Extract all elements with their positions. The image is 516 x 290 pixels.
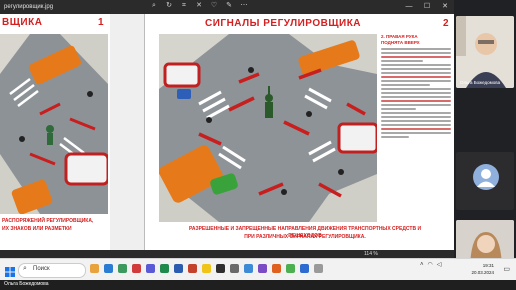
clock-date: 20.03.2024 [471,270,494,275]
left-intersection-illustration [0,34,108,214]
right-footer-line-2: ПРИ РАЗЛИЧНЫХ СИГНАЛАХ РЕГУЛИРОВЩИКА. [244,234,366,240]
favorite-icon[interactable]: ♡ [210,2,218,10]
viber-icon[interactable] [258,264,267,273]
left-footer-line-2: ИХ ЗНАКОВ ИЛИ РАЗМЕТКИ [2,226,72,232]
mail-icon[interactable] [132,264,141,273]
rotate-icon[interactable]: ↻ [165,2,173,10]
wifi-icon[interactable]: ◠ [428,261,433,268]
participant-video [456,16,514,88]
file-name: регулировщик.jpg [4,4,54,10]
participant-tile[interactable] [456,152,514,210]
poster-page-right: СИГНАЛЫ РЕГУЛИРОВЩИКА 2 2. ПРАВАЯ РУКА П… [144,14,454,250]
minimize-icon[interactable]: — [400,0,418,14]
left-footer-line-1: РАСПОРЯЖЕНИЙ РЕГУЛИРОВЩИКА, [2,218,94,224]
terminal-icon[interactable] [216,264,225,273]
system-tray: ˄ ◠ ◁ [420,261,442,269]
poster-page-left: ВЩИКА 1 РАСПОРЯЖЕНИЙ РЕГУЛИРОВЩИКА, ИХ З… [0,14,111,250]
edge-icon[interactable] [104,264,113,273]
taskbar-apps [90,264,323,273]
window-controls: — ☐ ✕ [400,0,454,14]
viewer-statusbar: 114 % [0,250,454,258]
left-page-title: ВЩИКА [2,17,43,28]
taskbar-clock[interactable]: 19:31 20.03.2024 [471,262,494,276]
notification-icon[interactable]: ▭ [503,265,510,273]
word-icon[interactable] [174,264,183,273]
photo-viewer-window: регулировщик.jpg ⌕ ↻ ⌗ ✕ ♡ ✎ ⋯ — ☐ ✕ ВЩИ… [0,0,454,258]
photos-icon[interactable] [230,264,239,273]
chevron-up-icon[interactable]: ˄ [420,262,424,268]
right-intersection-illustration [159,34,377,222]
clock-time: 19:31 [482,263,494,268]
powerpoint-icon[interactable] [188,264,197,273]
left-page-number: 1 [98,17,104,28]
taskbar-search-box[interactable]: ⌕ Поиск [18,263,86,278]
right-text-column: 2. ПРАВАЯ РУКА ПОДНЯТА ВВЕРХ [381,34,451,220]
app-icon[interactable] [286,264,295,273]
text-heading-2: ПОДНЯТА ВВЕРХ [381,40,420,45]
settings-icon[interactable] [314,264,323,273]
right-page-number: 2 [443,18,449,29]
delete-icon[interactable]: ✕ [195,2,203,10]
viewer-titlebar: регулировщик.jpg ⌕ ↻ ⌗ ✕ ♡ ✎ ⋯ — ☐ ✕ [0,0,454,14]
call-bottom-strip: Ольга Божедомова [0,280,516,290]
search-icon: ⌕ [23,265,27,272]
teams-icon[interactable] [146,264,155,273]
zoom-icon[interactable]: ⌕ [150,2,158,10]
poster-image: ВЩИКА 1 РАСПОРЯЖЕНИЙ РЕГУЛИРОВЩИКА, ИХ З… [0,14,454,250]
telegram-icon[interactable] [244,264,253,273]
volume-icon[interactable]: ◁ [437,261,442,268]
avatar [473,164,499,190]
right-scene [159,34,377,222]
more-icon[interactable]: ⋯ [240,2,248,10]
participant-tile[interactable]: Ольга Божедомова [456,16,514,88]
store-icon[interactable] [118,264,127,273]
crop-icon[interactable]: ⌗ [180,2,188,10]
zoom-level[interactable]: 114 % [364,250,378,258]
zoom-app-icon[interactable] [300,264,309,273]
user-icon [477,169,495,187]
excel-icon[interactable] [160,264,169,273]
presenter-name: Ольга Божедомова [4,281,49,287]
windows-start-icon[interactable] [5,264,15,277]
left-scene [0,34,108,214]
participant-name: Ольга Божедомова [460,80,501,85]
chrome-icon[interactable] [202,264,211,273]
search-label: Поиск [33,266,50,272]
folder-icon[interactable] [90,264,99,273]
edit-icon[interactable]: ✎ [225,2,233,10]
video-call-sidebar: Ольга Божедомова Полина Шмырина [454,0,516,272]
close-icon[interactable]: ✕ [436,0,454,14]
yandex-icon[interactable] [272,264,281,273]
viewer-toolbar: ⌕ ↻ ⌗ ✕ ♡ ✎ ⋯ [150,2,248,10]
windows-taskbar: ⌕ Поиск ˄ ◠ ◁ 19:31 20.03.2024 ▭ [0,258,516,281]
page-gap [110,14,144,250]
right-page-title: СИГНАЛЫ РЕГУЛИРОВЩИКА [205,18,362,29]
maximize-icon[interactable]: ☐ [418,0,436,14]
